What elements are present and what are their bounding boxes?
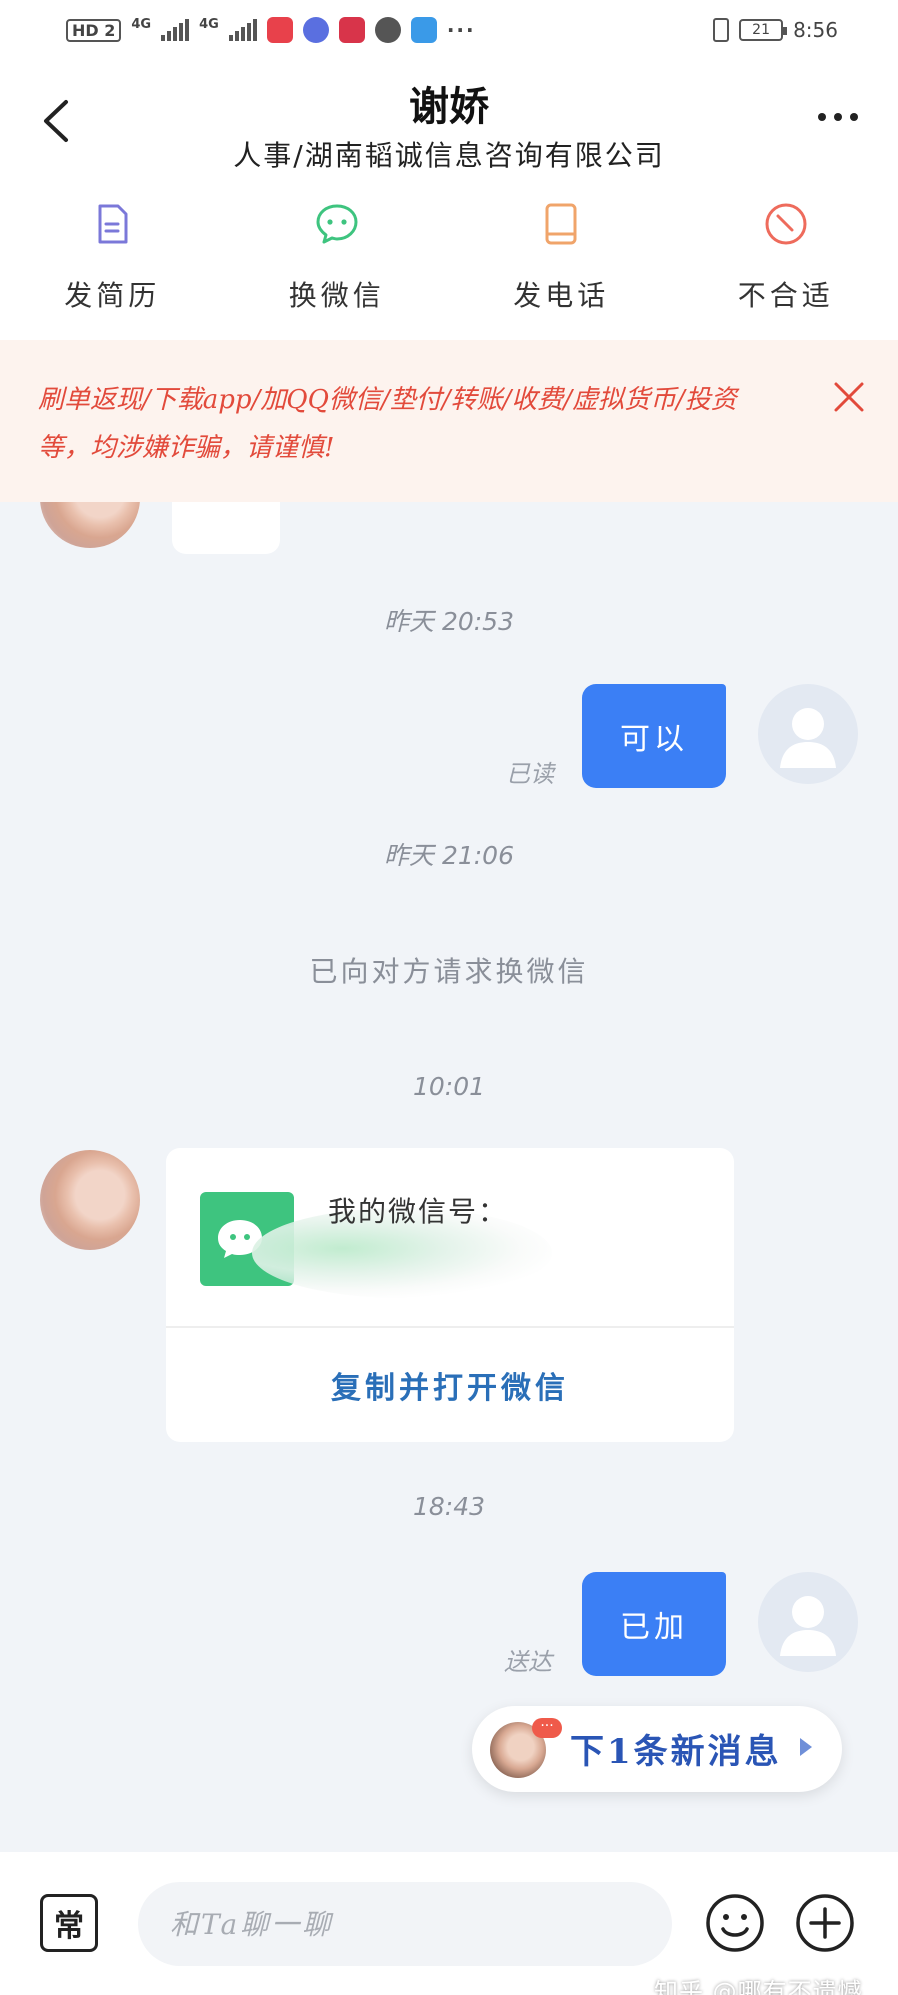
send-phone-button[interactable]: 发电话: [449, 180, 674, 340]
battery-icon: 21: [739, 19, 788, 41]
status-bar-left: HD 2 4G 4G ···: [66, 17, 476, 43]
close-icon[interactable]: [832, 380, 866, 414]
contact-name: 谢娇: [409, 83, 489, 130]
watermark: 知乎 @哪有不遗憾: [654, 1978, 863, 1995]
resume-icon: [98, 204, 128, 244]
contact-subtitle: 人事/湖南韬诚信息咨询有限公司: [233, 139, 665, 172]
system-notice: 已向对方请求换微信: [309, 955, 589, 988]
message-input[interactable]: [138, 1882, 672, 1966]
reader-app-icon: [338, 17, 365, 43]
clock: 8:56: [793, 18, 838, 42]
arrow-right-icon: [800, 1738, 812, 1756]
status-bar: HD 2 4G 4G ··· 21 8:56: [0, 0, 898, 60]
timestamp: 18:43: [412, 1492, 486, 1521]
new-message-label: 下1条新消息: [570, 1732, 782, 1772]
delivered-status: 送达: [504, 1648, 552, 1676]
new-message-pill[interactable]: ··· 下1条新消息: [472, 1706, 842, 1792]
not-suitable-label: 不合适: [737, 279, 834, 312]
send-phone-label: 发电话: [513, 279, 610, 312]
user-silhouette-icon: [780, 1596, 836, 1656]
network-label-1: 4G: [131, 17, 152, 32]
timestamp: 10:01: [412, 1072, 486, 1101]
contact-avatar[interactable]: [40, 502, 140, 548]
fraud-warning-text: 刷单返现/下载app/加QQ微信/垫付/转账/收费/虚拟货币/投资等，均涉嫌诈骗…: [38, 385, 737, 463]
send-resume-button[interactable]: 发简历: [0, 180, 225, 340]
not-suitable-icon: [765, 203, 807, 245]
vibrate-icon: [713, 18, 730, 42]
fraud-warning-banner: 刷单返现/下载app/加QQ微信/垫付/转账/收费/虚拟货币/投资等，均涉嫌诈骗…: [0, 340, 898, 502]
huawei-app-icon: [266, 17, 293, 43]
timestamp: 昨天 20:53: [384, 607, 514, 636]
phone-icon: [545, 203, 577, 245]
timestamp: 昨天 21:06: [384, 841, 514, 870]
action-bar: 发简历 换微信 发电话 不合适: [0, 180, 898, 340]
read-status: 已读: [506, 760, 554, 788]
signal-icon-1: [161, 19, 190, 41]
wechat-id-label: 我的微信号：: [328, 1195, 509, 1228]
unread-badge: ···: [532, 1718, 562, 1738]
send-resume-label: 发简历: [64, 279, 161, 312]
user-avatar[interactable]: [758, 1572, 858, 1672]
outgoing-message-bubble[interactable]: 已加: [582, 1572, 726, 1676]
more-options-icon[interactable]: [808, 102, 868, 132]
status-bar-right: 21 8:56: [713, 18, 838, 42]
copy-open-wechat-button[interactable]: 复制并打开微信: [166, 1328, 734, 1442]
message-app-icon: [374, 17, 401, 43]
chat-header: 谢娇 人事/湖南韬诚信息咨询有限公司: [0, 60, 898, 180]
contact-avatar[interactable]: [40, 1150, 140, 1250]
plus-icon[interactable]: [794, 1892, 856, 1954]
hd-badge: HD 2: [66, 18, 122, 42]
user-avatar[interactable]: [758, 684, 858, 784]
signal-icon-2: [228, 19, 257, 41]
outgoing-message-bubble[interactable]: 可以: [582, 684, 726, 788]
wechat-card: 我的微信号： 复制并打开微信: [166, 1148, 734, 1442]
exchange-wechat-label: 换微信: [288, 279, 385, 312]
user-silhouette-icon: [780, 708, 836, 768]
incoming-message-bubble[interactable]: [172, 502, 280, 554]
not-suitable-button[interactable]: 不合适: [674, 180, 898, 340]
emoji-icon[interactable]: [704, 1892, 766, 1954]
wechat-icon: [316, 204, 358, 244]
music-app-icon: [302, 17, 329, 43]
chat-area[interactable]: 昨天 20:53 可以 已读 昨天 21:06 已向对方请求换微信 10:01 …: [0, 502, 898, 1852]
common-phrases-button[interactable]: 常: [40, 1894, 98, 1952]
network-label-2: 4G: [199, 17, 219, 32]
more-notifications-icon: ···: [446, 18, 476, 42]
cloud-app-icon: [410, 17, 437, 43]
exchange-wechat-button[interactable]: 换微信: [225, 180, 450, 340]
